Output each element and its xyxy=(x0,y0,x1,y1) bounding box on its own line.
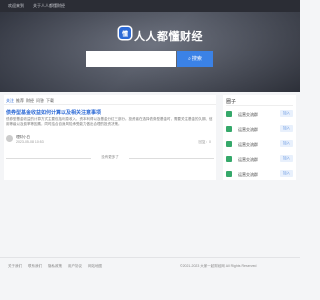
post-meta: 理财小白 2023-05-08 10:53 回复：0 xyxy=(6,135,214,147)
group-label[interactable]: 运营交流群 xyxy=(238,112,258,118)
post-time: 2023-05-08 10:53 xyxy=(16,140,44,144)
tab-download[interactable]: 下载 xyxy=(46,98,54,104)
site-brand[interactable]: 人人都懂财经 xyxy=(134,28,203,44)
divider-line-right xyxy=(129,158,214,159)
tab-follow[interactable]: 关注 xyxy=(6,98,14,104)
footer-link-contact[interactable]: 联系我们 xyxy=(28,264,42,269)
footer-link-sitemap[interactable]: 网站地图 xyxy=(88,264,102,269)
top-login-link[interactable]: 欢迎来到 xyxy=(8,3,24,9)
footer-link-terms[interactable]: 用户协议 xyxy=(68,264,82,269)
post-excerpt: 债券型基金收益的计算方式主要包括利息收入、资本利得以及基金分红三部分。投资者在选… xyxy=(6,117,213,126)
group-label[interactable]: 运营交流群 xyxy=(238,142,258,148)
tab-qa[interactable]: 问答 xyxy=(36,98,44,104)
group-item[interactable]: 运营交流群 加入 xyxy=(226,140,293,148)
footer: 关于我们 联系我们 隐私政策 用户协议 网站地图 ©2021-2023 大家一起… xyxy=(0,257,300,300)
sidebar-divider xyxy=(226,105,293,106)
search-input[interactable] xyxy=(86,51,176,67)
footer-copyright: ©2021-2023 大家一起财经网 All Rights Reserved xyxy=(180,264,257,268)
avatar[interactable] xyxy=(6,135,13,142)
tab-finance[interactable]: 财经 xyxy=(26,98,34,104)
sidebar-groups: 圈子 运营交流群 加入 运营交流群 加入 运营交流群 加入 运营交流群 加入 运… xyxy=(223,95,296,180)
group-item[interactable]: 运营交流群 加入 xyxy=(226,170,293,178)
group-label[interactable]: 运营交流群 xyxy=(238,157,258,163)
group-label[interactable]: 运营交流群 xyxy=(238,127,258,133)
group-item[interactable]: 运营交流群 加入 xyxy=(226,125,293,133)
group-label[interactable]: 运营交流群 xyxy=(238,172,258,178)
search-icon: ⌕ xyxy=(188,56,191,62)
search-button[interactable]: ⌕搜索 xyxy=(177,51,213,67)
end-of-list-divider: 没有更多了 xyxy=(6,155,214,161)
group-item[interactable]: 运营交流群 加入 xyxy=(226,110,293,118)
top-about-link[interactable]: 关于人人都懂财经 xyxy=(33,3,65,9)
join-button[interactable]: 加入 xyxy=(280,125,293,132)
join-button[interactable]: 加入 xyxy=(280,140,293,147)
group-icon xyxy=(226,141,232,147)
group-icon xyxy=(226,126,232,132)
group-icon xyxy=(226,111,232,117)
main-content: 关注 推荐 财经 问答 下载 债券型基金收益如何计算以及相关注意事项 债券型基金… xyxy=(4,95,216,180)
tab-bar: 关注 推荐 财经 问答 下载 xyxy=(4,95,216,105)
join-button[interactable]: 加入 xyxy=(280,155,293,162)
footer-link-privacy[interactable]: 隐私政策 xyxy=(48,264,62,269)
join-button[interactable]: 加入 xyxy=(280,170,293,177)
site-logo-icon[interactable]: 懂 xyxy=(119,27,131,39)
footer-link-about[interactable]: 关于我们 xyxy=(8,264,22,269)
group-icon xyxy=(226,171,232,177)
group-item[interactable]: 运营交流群 加入 xyxy=(226,155,293,163)
reply-count: 回复：0 xyxy=(198,140,211,144)
join-button[interactable]: 加入 xyxy=(280,110,293,117)
group-icon xyxy=(226,156,232,162)
sidebar-title: 圈子 xyxy=(226,99,237,105)
top-bar: 欢迎来到 关于人人都懂财经 xyxy=(0,0,300,12)
tab-recommend[interactable]: 推荐 xyxy=(16,98,24,104)
post-title[interactable]: 债券型基金收益如何计算以及相关注意事项 xyxy=(6,109,101,116)
